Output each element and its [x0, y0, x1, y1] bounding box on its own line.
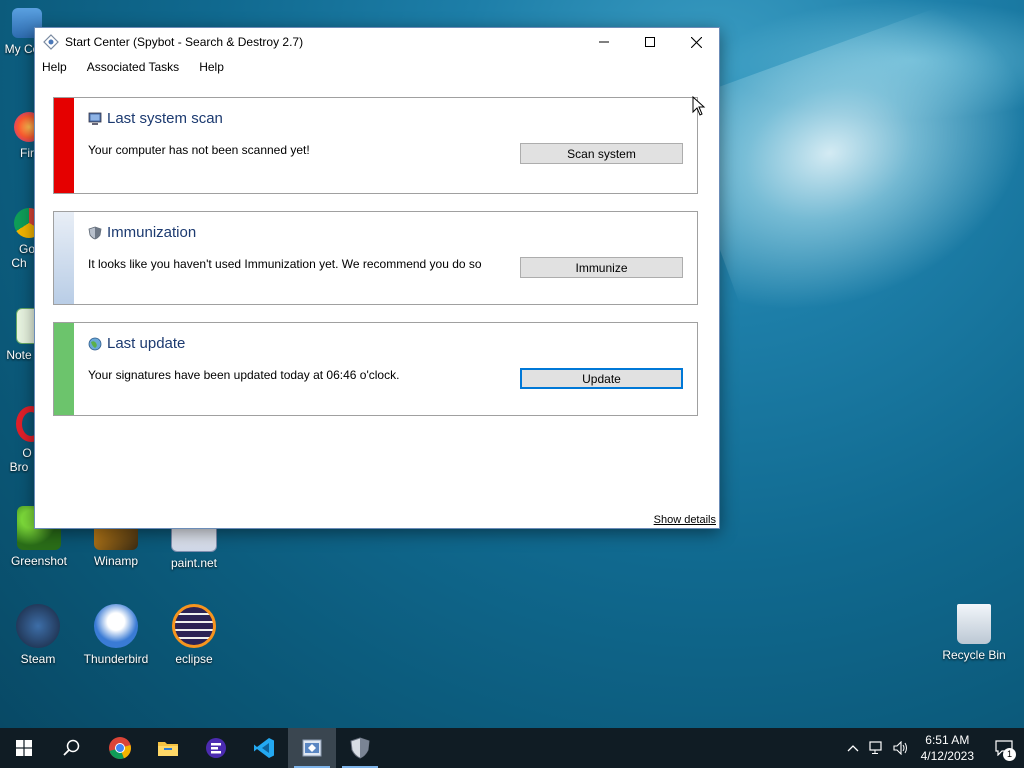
spybot-start-center-window: Start Center (Spybot - Search & Destroy … [34, 27, 720, 529]
thunderbird-icon [94, 604, 138, 648]
volume-button[interactable] [889, 741, 913, 755]
title-bar[interactable]: Start Center (Spybot - Search & Destroy … [35, 28, 719, 56]
desktop-icon-thunderbird[interactable]: Thunderbird [80, 604, 152, 666]
menu-associated-tasks[interactable]: Associated Tasks [84, 58, 183, 76]
panel-last-update: Last update Your signatures have been up… [53, 322, 698, 416]
taskbar-vscode[interactable] [240, 728, 288, 768]
action-center-button[interactable]: 1 [984, 740, 1024, 761]
desktop-icon-steam[interactable]: Steam [2, 604, 74, 666]
clock-date: 4/12/2023 [920, 749, 974, 763]
status-stripe-green [54, 323, 74, 415]
app-icon [206, 738, 226, 758]
immunize-button[interactable]: Immunize [520, 257, 683, 278]
clock-time: 6:51 AM [925, 733, 970, 747]
panel-title: Last update [107, 335, 186, 352]
recycle-bin-icon [957, 604, 991, 644]
opera-icon [16, 406, 36, 442]
spybot-app-icon [43, 34, 59, 50]
maximize-button[interactable] [627, 28, 673, 56]
panel-title: Last system scan [107, 110, 223, 127]
chrome-icon [14, 208, 36, 238]
desktop-icon-firefox[interactable]: Fir [2, 112, 36, 160]
panel-description: Your computer has not been scanned yet! [88, 143, 310, 157]
panel-title: Immunization [107, 224, 197, 241]
clock[interactable]: 6:51 AM 4/12/2023 [921, 732, 974, 764]
maximize-icon [645, 37, 655, 47]
folder-icon [158, 742, 178, 756]
globe-icon [88, 337, 102, 350]
search-button[interactable] [48, 728, 96, 768]
chrome-icon [109, 737, 131, 760]
search-icon [63, 739, 80, 756]
menu-help[interactable]: Help [39, 58, 70, 76]
taskbar: 6:51 AM 4/12/2023 1 [0, 728, 1024, 768]
taskbar-spybot-shield[interactable] [336, 728, 384, 768]
desktop-icon-chrome[interactable]: Go Ch [2, 208, 36, 270]
panel-last-system-scan: Last system scan Your computer has not b… [53, 97, 698, 194]
taskbar-spybot-start-center[interactable] [288, 728, 336, 768]
desktop-icon-recycle-bin[interactable]: Recycle Bin [938, 604, 1010, 662]
spybot-icon [302, 739, 322, 757]
show-hidden-icons-button[interactable] [841, 744, 865, 752]
update-button[interactable]: Update [520, 368, 683, 389]
windows-logo-icon [16, 740, 32, 756]
menu-bar: Help Associated Tasks Help [35, 56, 719, 78]
taskbar-app-purple[interactable] [192, 728, 240, 768]
network-icon [869, 741, 882, 754]
window-title: Start Center (Spybot - Search & Destroy … [65, 35, 304, 49]
status-stripe-blue [54, 212, 74, 304]
desktop-icon-eclipse[interactable]: eclipse [158, 604, 230, 666]
chevron-up-icon [847, 745, 859, 752]
mouse-cursor-icon [692, 96, 706, 116]
start-button[interactable] [0, 728, 48, 768]
desktop-icon-opera[interactable]: O Bro [2, 406, 36, 474]
eclipse-icon [172, 604, 216, 648]
panel-immunization: Immunization It looks like you haven't u… [53, 211, 698, 305]
monitor-icon [88, 112, 102, 125]
system-tray: 6:51 AM 4/12/2023 1 [841, 728, 1024, 768]
show-details-link[interactable]: Show details [654, 514, 716, 526]
menu-help-2[interactable]: Help [196, 58, 227, 76]
desktop-icon-notepad[interactable]: Note [2, 308, 36, 362]
taskbar-chrome[interactable] [96, 728, 144, 768]
vscode-icon [254, 738, 274, 758]
notepad-icon [16, 308, 36, 344]
notification-badge: 1 [1003, 748, 1016, 761]
panel-description: Your signatures have been updated today … [88, 368, 400, 382]
taskbar-file-explorer[interactable] [144, 728, 192, 768]
minimize-button[interactable] [581, 28, 627, 56]
close-button[interactable] [673, 28, 719, 56]
firefox-icon [14, 112, 36, 142]
scan-system-button[interactable]: Scan system [520, 143, 683, 164]
status-stripe-red [54, 98, 74, 193]
speaker-icon [893, 741, 907, 755]
close-icon [690, 36, 702, 48]
steam-icon [16, 604, 60, 648]
panel-description: It looks like you haven't used Immunizat… [88, 257, 482, 271]
minimize-icon [599, 41, 609, 43]
shield-icon [350, 737, 370, 759]
network-button[interactable] [865, 741, 889, 755]
shield-icon [88, 226, 102, 239]
